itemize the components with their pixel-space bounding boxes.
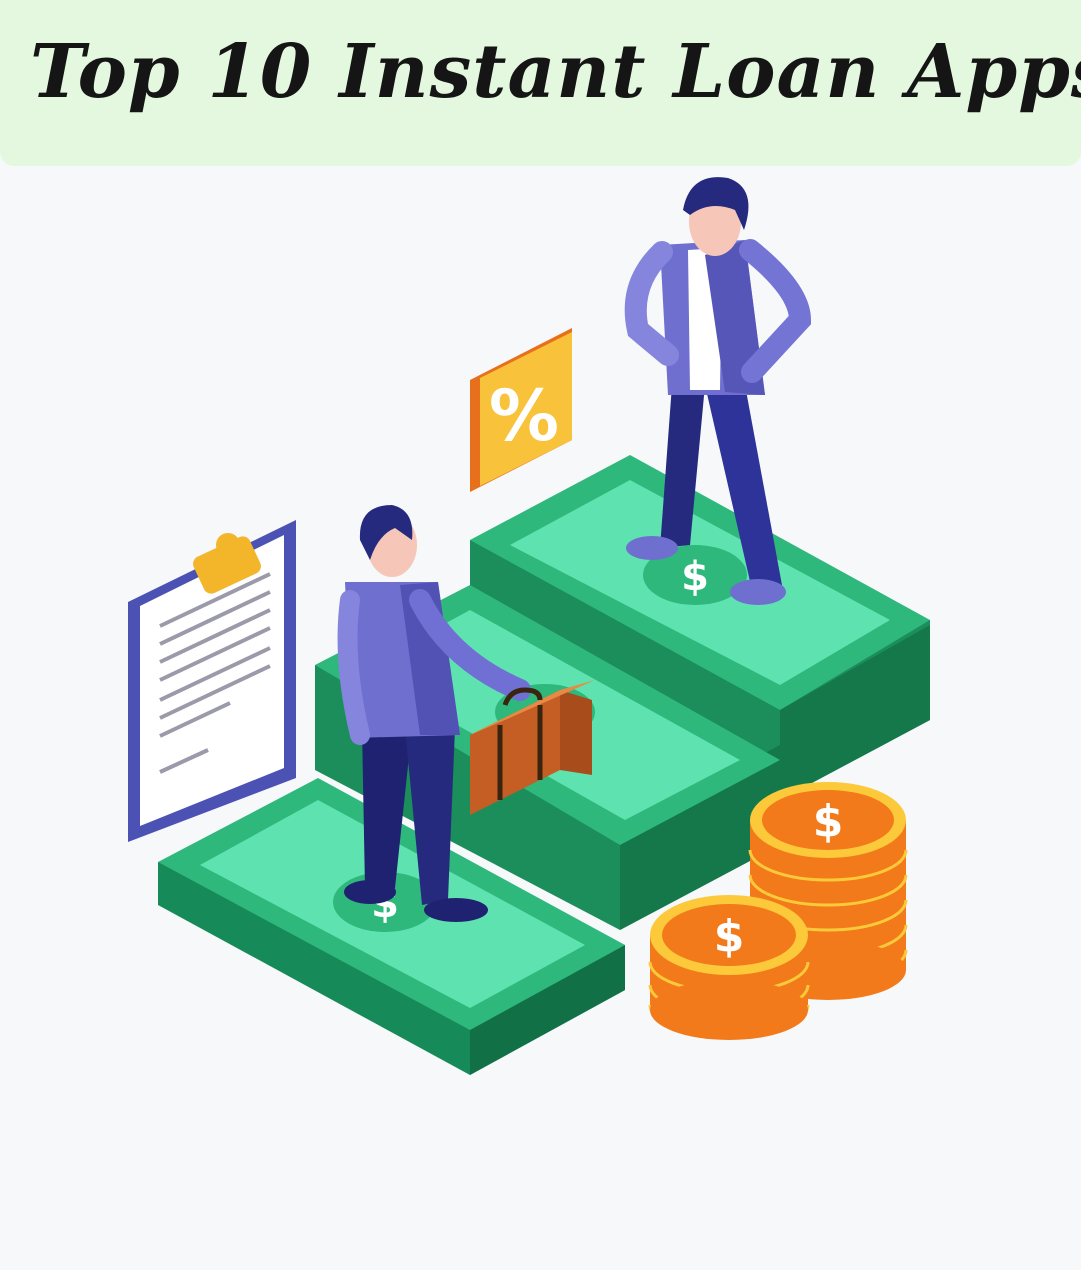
dollar-symbol: $ (681, 554, 709, 600)
dollar-symbol: $ (813, 796, 844, 847)
percent-icon: % (470, 328, 572, 492)
loan-illustration: % $ $ $ $ (0, 166, 1081, 1270)
dollar-symbol: $ (714, 911, 745, 962)
clipboard-icon (128, 520, 296, 842)
title-banner: Top 10 Instant Loan Apps (0, 0, 1081, 166)
coin-stack-short: $ (648, 895, 810, 1040)
page-title: Top 10 Instant Loan Apps (30, 29, 1081, 115)
percent-symbol: % (489, 375, 559, 457)
